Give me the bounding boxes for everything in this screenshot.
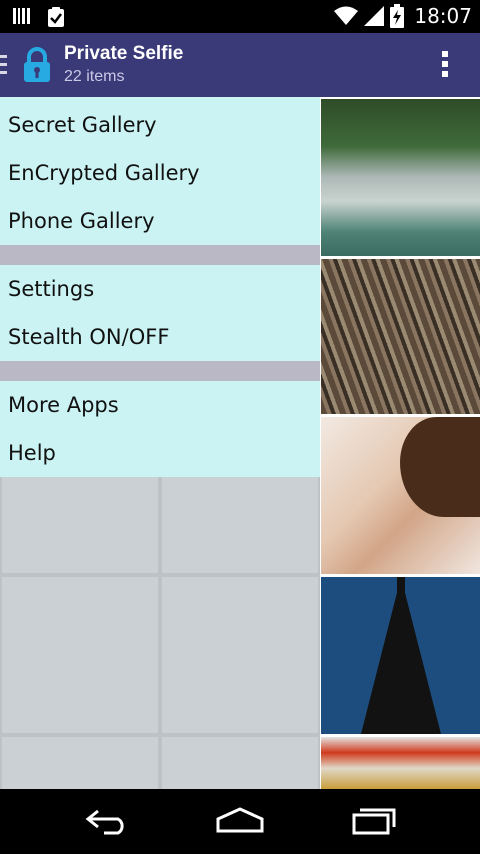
lock-icon[interactable] [22, 47, 52, 83]
photo-waterfall[interactable] [321, 99, 480, 256]
item-count: 22 items [64, 68, 125, 85]
menu-item-stealth-toggle[interactable]: Stealth ON/OFF [0, 313, 320, 361]
dimmed-photo [2, 737, 158, 789]
status-time: 18:07 [414, 4, 472, 28]
wifi-icon [334, 6, 359, 25]
menu-divider [0, 361, 320, 381]
photo-tree-roots[interactable] [321, 259, 480, 414]
overflow-menu-icon[interactable] [442, 51, 450, 81]
status-left-icons [12, 6, 66, 28]
cell-signal-icon [364, 6, 385, 26]
recents-icon[interactable] [350, 807, 398, 835]
photo-eiffel-tower[interactable] [321, 577, 480, 734]
menu-item-help[interactable]: Help [0, 429, 320, 477]
system-nav-bar [0, 789, 480, 854]
home-icon[interactable] [214, 807, 266, 835]
dimmed-photo [2, 577, 158, 733]
menu-item-phone-gallery[interactable]: Phone Gallery [0, 197, 320, 245]
dimmed-photo [2, 477, 158, 573]
navigation-drawer: Secret Gallery EnCrypted Gallery Phone G… [0, 97, 320, 477]
dimmed-gallery-area [0, 473, 320, 789]
action-bar: Private Selfie 22 items [0, 33, 480, 97]
clipboard-check-icon [48, 7, 64, 27]
photo-mother-baby[interactable] [321, 417, 480, 574]
drawer-toggle-icon[interactable] [0, 55, 8, 79]
battery-charging-icon [390, 4, 405, 28]
menu-item-settings[interactable]: Settings [0, 265, 320, 313]
photo-temple[interactable] [321, 737, 480, 789]
menu-item-more-apps[interactable]: More Apps [0, 381, 320, 429]
menu-item-encrypted-gallery[interactable]: EnCrypted Gallery [0, 149, 320, 197]
dimmed-photo [162, 577, 318, 733]
menu-divider [0, 245, 320, 265]
menu-item-secret-gallery[interactable]: Secret Gallery [0, 101, 320, 149]
app-title: Private Selfie [64, 43, 184, 64]
status-bar: 18:07 [0, 0, 480, 33]
back-icon[interactable] [84, 807, 132, 835]
dimmed-photo [162, 477, 318, 573]
barcode-icon [13, 8, 30, 24]
screen: 18:07 Private Selfie 22 items Secret Gal… [0, 0, 480, 854]
dimmed-photo [162, 737, 318, 789]
status-right-icons: 18:07 [334, 4, 472, 28]
gallery-content: Secret Gallery EnCrypted Gallery Phone G… [0, 97, 480, 789]
